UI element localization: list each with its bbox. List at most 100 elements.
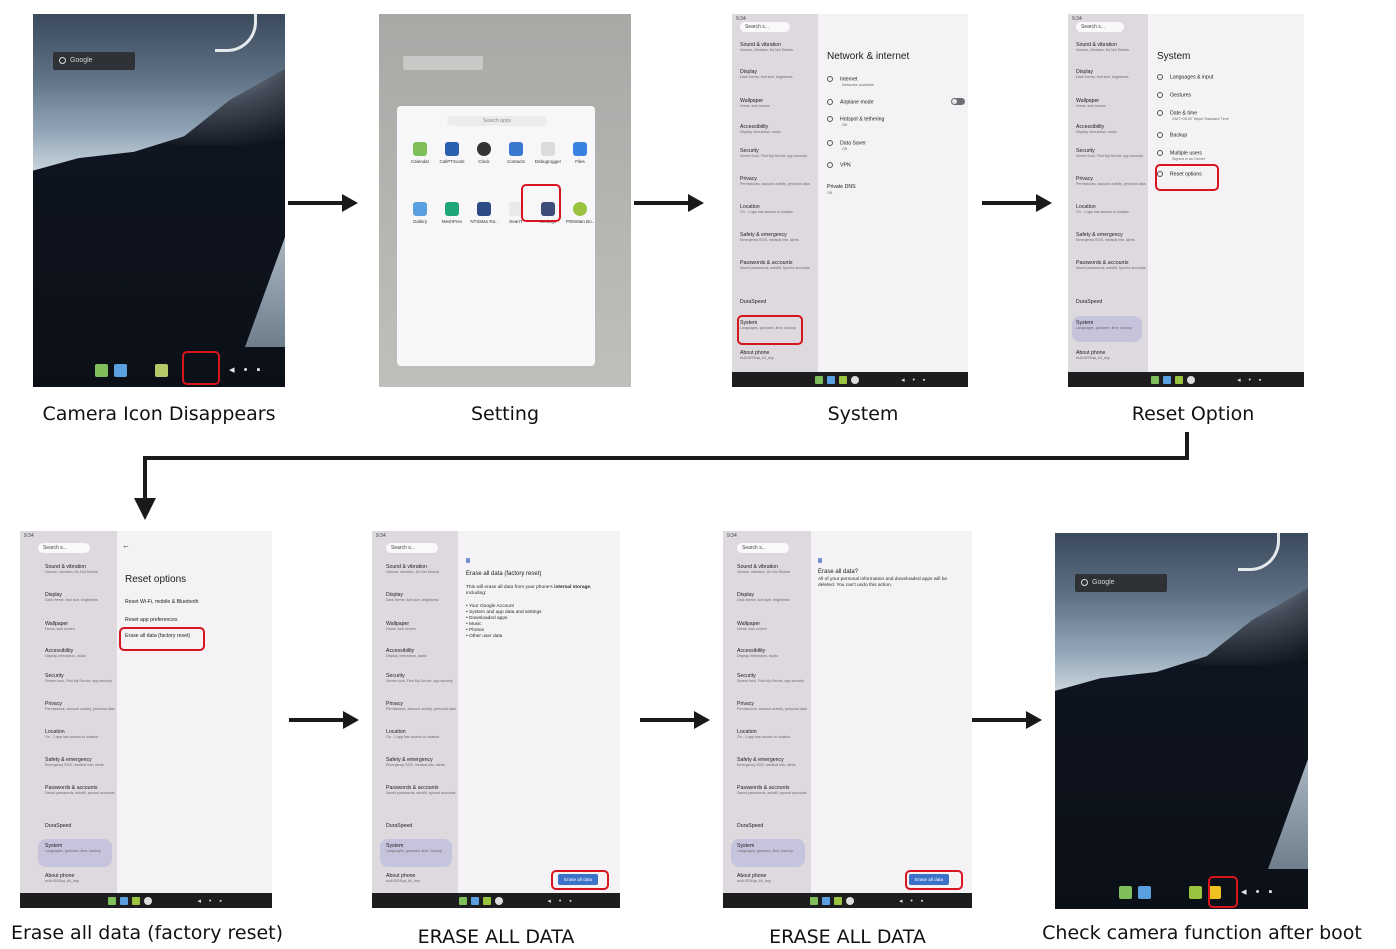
sidebar-item-passwords[interactable]: Passwords & accounts Saved passwords, aut…: [386, 785, 456, 796]
sidebar-item-location[interactable]: Location On - 1 app has access to locatio…: [737, 729, 790, 740]
sidebar-item-system[interactable]: System Languages, gestures, time, backup: [45, 843, 101, 854]
nav-buttons[interactable]: ◂ • ▪: [1241, 885, 1275, 898]
app-files[interactable]: Files: [560, 142, 600, 164]
sidebar-item-safety[interactable]: Safety & emergency Emergency SOS, medical…: [1076, 232, 1135, 243]
google-search-bar[interactable]: Google: [53, 52, 135, 70]
sidebar-item-wallpaper[interactable]: Wallpaper Home, lock screen: [1076, 98, 1106, 109]
sidebar-item-system[interactable]: System Languages, gestures, time, backup: [386, 843, 442, 854]
gallery-app-icon[interactable]: [1138, 885, 1151, 899]
row-backup[interactable]: Backup: [1157, 132, 1187, 138]
row-private-dns[interactable]: Private DNS Off: [827, 184, 856, 196]
sidebar-item-about[interactable]: About phone ecAUSSEqa_64_bsp: [737, 873, 771, 884]
google-search-bar[interactable]: Google: [1075, 574, 1167, 592]
sidebar-item-accessibility[interactable]: Accessibility Display, interaction, audio: [386, 648, 427, 659]
sidebar-item-duraspeed[interactable]: DuraSpeed: [386, 823, 412, 829]
nav-buttons[interactable]: ◂ • ▪: [198, 897, 225, 905]
row-date-time[interactable]: Date & time GMT+08:00 Taipei Standard Tim…: [1157, 110, 1229, 122]
arrow-2-to-3: [634, 194, 704, 212]
calendar-app-icon[interactable]: [1119, 885, 1132, 899]
sidebar-item-safety[interactable]: Safety & emergency Emergency SOS, medical…: [45, 757, 104, 768]
sidebar-item-security[interactable]: Security Screen lock, Find My Device, app…: [737, 673, 804, 684]
row-reset-network[interactable]: Reset Wi-Fi, mobile & Bluetooth: [125, 599, 199, 605]
sidebar-item-duraspeed[interactable]: DuraSpeed: [737, 823, 763, 829]
gallery-app-icon[interactable]: [114, 363, 127, 377]
sidebar-item-accessibility[interactable]: Accessibility Display, interaction, audio: [737, 648, 778, 659]
sidebar-item-display[interactable]: Display Dark theme, font size, brightness: [386, 592, 439, 603]
settings-search-input[interactable]: Search s...: [1076, 22, 1124, 32]
sidebar-item-passwords[interactable]: Passwords & accounts Saved passwords, aut…: [45, 785, 115, 796]
settings-search-input[interactable]: Search s...: [38, 543, 90, 553]
screenshot-erase-data: 9:34 Search s... Sound & vibration Volume…: [372, 531, 620, 908]
settings-app-icon[interactable]: [1189, 885, 1202, 899]
sidebar-item-accessibility[interactable]: Accessibility Display, interaction, audio: [1076, 124, 1117, 135]
sidebar-item-duraspeed[interactable]: DuraSpeed: [1076, 299, 1102, 305]
sidebar-item-sound[interactable]: Sound & vibration Volume, vibration, Do N…: [1076, 42, 1129, 53]
row-vpn[interactable]: VPN: [827, 162, 851, 168]
sidebar-item-location[interactable]: Location On - 1 app has access to locatio…: [386, 729, 439, 740]
sidebar-item-display[interactable]: Display Dark theme, font size, brightness: [1076, 69, 1129, 80]
sidebar-item-location[interactable]: Location On - 1 app has access to locatio…: [1076, 204, 1129, 215]
sidebar-item-sound[interactable]: Sound & vibration Volume, vibration, Do N…: [386, 564, 439, 575]
nav-buttons[interactable]: ◂ • ▪: [901, 376, 928, 384]
sidebar-item-location[interactable]: Location On - 1 app has access to locatio…: [45, 729, 98, 740]
sidebar-item-display[interactable]: Display Dark theme, font size, brightness: [740, 69, 793, 80]
sidebar-item-about[interactable]: About phone ecAUSSEqa_64_bsp: [740, 350, 774, 361]
settings-search-input[interactable]: Search s...: [386, 543, 438, 553]
sidebar-item-duraspeed[interactable]: DuraSpeed: [45, 823, 71, 829]
row-gestures[interactable]: Gestures: [1157, 92, 1191, 98]
sidebar-item-sound[interactable]: Sound & vibration Volume, vibration, Do N…: [737, 564, 790, 575]
nav-buttons[interactable]: ◂ • ▪: [547, 897, 574, 905]
row-airplane[interactable]: Airplane mode: [827, 99, 873, 105]
sidebar-item-wallpaper[interactable]: Wallpaper Home, lock screen: [740, 98, 770, 109]
sidebar-item-privacy[interactable]: Privacy Permissions, account activity, pe…: [737, 701, 807, 712]
sidebar-item-system[interactable]: System Languages, gestures, time, backup: [737, 843, 793, 854]
sidebar-item-wallpaper[interactable]: Wallpaper Home, lock screen: [737, 621, 767, 632]
nav-buttons[interactable]: ◂ • ▪: [229, 363, 263, 376]
sidebar-item-wallpaper[interactable]: Wallpaper Home, lock screen: [386, 621, 416, 632]
back-arrow-icon[interactable]: ←: [122, 542, 130, 550]
row-data-saver[interactable]: Data Saver Off: [827, 140, 866, 152]
sidebar-item-passwords[interactable]: Passwords & accounts Saved passwords, aut…: [1076, 260, 1146, 271]
sidebar-item-safety[interactable]: Safety & emergency Emergency SOS, medical…: [386, 757, 445, 768]
settings-search-input[interactable]: Search s...: [737, 543, 789, 553]
sidebar-item-safety[interactable]: Safety & emergency Emergency SOS, medical…: [737, 757, 796, 768]
sidebar-item-display[interactable]: Display Dark theme, font size, brightness: [45, 592, 98, 603]
nav-buttons[interactable]: ◂ • ▪: [1237, 376, 1264, 384]
settings-search-input[interactable]: Search s...: [740, 22, 790, 32]
row-multiple-users[interactable]: Multiple users Signed in as Owner: [1157, 150, 1205, 162]
sidebar-item-privacy[interactable]: Privacy Permissions, account activity, pe…: [386, 701, 456, 712]
sidebar-item-accessibility[interactable]: Accessibility Display, interaction, audio: [740, 124, 781, 135]
sidebar-item-sound[interactable]: Sound & vibration Volume, vibration, Do N…: [45, 564, 98, 575]
airplane-toggle[interactable]: [951, 98, 965, 105]
sidebar-item-security[interactable]: Security Screen lock, Find My Device, app…: [386, 673, 453, 684]
sidebar-item-security[interactable]: Security Screen lock, Find My Device, app…: [1076, 148, 1143, 159]
sidebar-item-display[interactable]: Display Dark theme, font size, brightness: [737, 592, 790, 603]
sidebar-item-privacy[interactable]: Privacy Permissions, account activity, pe…: [45, 701, 115, 712]
arrow-7-to-8: [972, 711, 1042, 729]
sidebar-item-passwords[interactable]: Passwords & accounts Saved passwords, aut…: [740, 260, 810, 271]
sidebar-item-about[interactable]: About phone ecAUSSEqa_64_bsp: [45, 873, 79, 884]
sidebar-item-wallpaper[interactable]: Wallpaper Home, lock screen: [45, 621, 75, 632]
sidebar-item-location[interactable]: Location On - 1 app has access to locatio…: [740, 204, 793, 215]
sidebar-item-accessibility[interactable]: Accessibility Display, interaction, audio: [45, 648, 86, 659]
row-reset-app-prefs[interactable]: Reset app preferences: [125, 617, 177, 623]
nav-buttons[interactable]: ◂ • ▪: [899, 897, 926, 905]
sidebar-item-system[interactable]: System Languages, gestures, time, backup: [1076, 320, 1132, 331]
sidebar-item-security[interactable]: Security Screen lock, Find My Device, app…: [740, 148, 807, 159]
sidebar-item-passwords[interactable]: Passwords & accounts Saved passwords, aut…: [737, 785, 807, 796]
sidebar-item-privacy[interactable]: Privacy Permissions, account activity, pe…: [740, 176, 810, 187]
app-pwsman[interactable]: PWSMan Bo..: [560, 202, 600, 224]
sidebar-item-about[interactable]: About phone ecAUSSEqa_64_bsp: [386, 873, 420, 884]
row-internet[interactable]: Internet Networks available: [827, 76, 874, 88]
sidebar-item-safety[interactable]: Safety & emergency Emergency SOS, medical…: [740, 232, 799, 243]
apps-search-input[interactable]: Search apps: [447, 116, 547, 126]
row-hotspot[interactable]: Hotspot & tethering Off: [827, 116, 884, 128]
sidebar-item-sound[interactable]: Sound & vibration Volume, vibration, Do N…: [740, 42, 793, 53]
settings-app-icon[interactable]: [155, 363, 168, 377]
sidebar-item-about[interactable]: About phone ecAUSSEqa_64_bsp: [1076, 350, 1110, 361]
sidebar-item-duraspeed[interactable]: DuraSpeed: [740, 299, 766, 305]
row-languages[interactable]: Languages & input: [1157, 74, 1213, 80]
calendar-app-icon[interactable]: [95, 363, 108, 377]
sidebar-item-security[interactable]: Security Screen lock, Find My Device, app…: [45, 673, 112, 684]
sidebar-item-privacy[interactable]: Privacy Permissions, account activity, pe…: [1076, 176, 1146, 187]
